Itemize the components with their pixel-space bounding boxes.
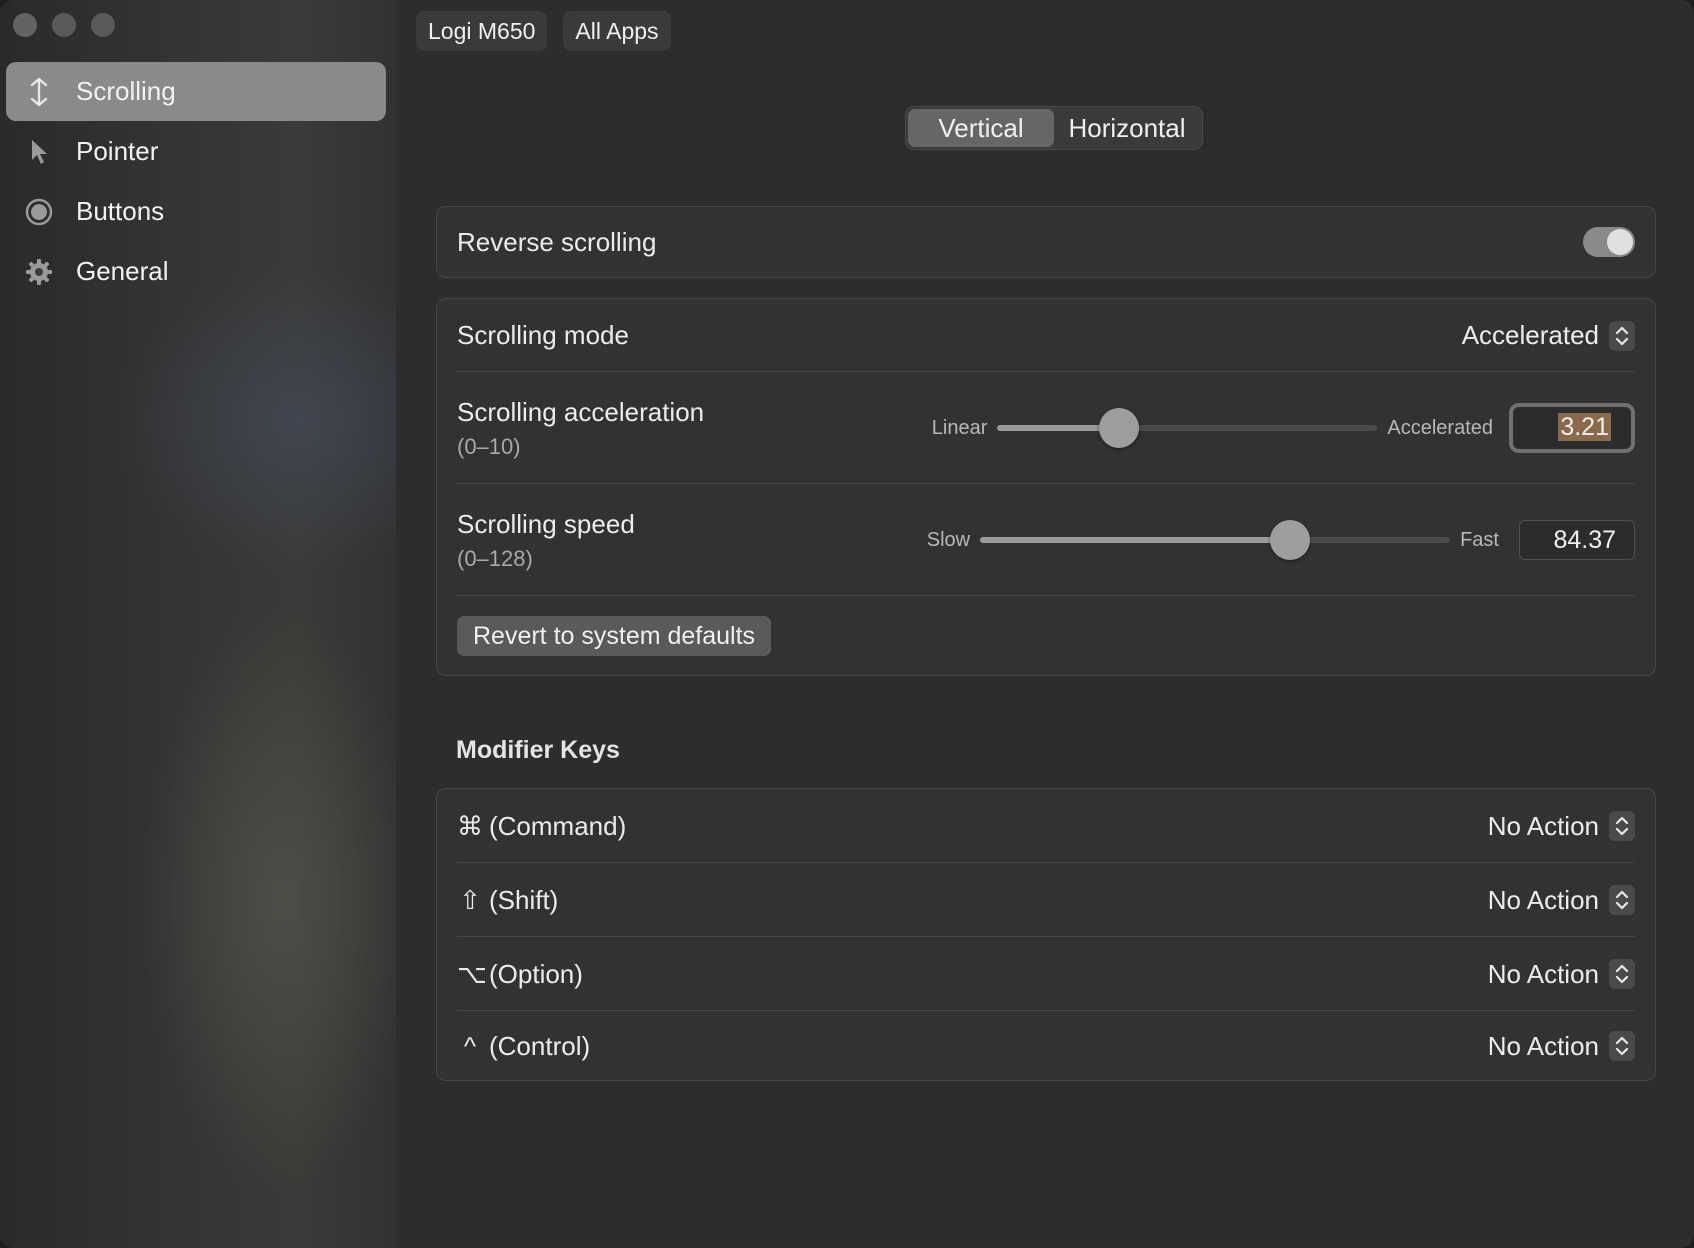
device-tabs: Logi M650 All Apps [416, 11, 671, 51]
scrolling-speed-text: Scrolling speed (0–128) [457, 509, 635, 572]
modifier-option-popup[interactable]: No Action [1488, 959, 1635, 990]
modifier-option-label-group: ⌥(Option) [457, 959, 583, 990]
device-tab-all-apps[interactable]: All Apps [563, 11, 671, 51]
modifier-option-value: No Action [1487, 958, 1599, 989]
chevron-updown-icon [1609, 885, 1635, 915]
scrolling-speed-label: Scrolling speed [457, 508, 635, 539]
sidebar-nav: Scrolling Pointer Buttons General [6, 62, 386, 302]
scrolling-speed-row: Scrolling speed (0–128) Slow Fast 84.37 [437, 484, 1655, 596]
speed-slider-group: Slow Fast 84.37 [927, 520, 1635, 560]
control-key-icon: ^ [463, 1030, 477, 1061]
sidebar-item-pointer[interactable]: Pointer [6, 122, 386, 181]
scrolling-acceleration-range: (0–10) [457, 433, 521, 459]
scrolling-acceleration-label: Scrolling acceleration [457, 396, 705, 427]
speed-slider-fill [980, 537, 1290, 543]
gear-icon [24, 257, 54, 287]
modifier-command-popup[interactable]: No Action [1488, 811, 1635, 842]
acceleration-slider-knob[interactable] [1099, 408, 1140, 448]
speed-slider-knob[interactable] [1269, 520, 1310, 560]
scrolling-mode-popup[interactable]: Accelerated [1462, 320, 1635, 351]
chevron-updown-icon [1609, 1031, 1635, 1061]
minimize-window-button[interactable] [52, 13, 76, 37]
tab-vertical[interactable]: Vertical [908, 109, 1054, 147]
option-key-icon: ⌥ [457, 958, 487, 989]
scrolling-speed-range: (0–128) [457, 545, 533, 571]
sidebar-item-label: Pointer [76, 136, 159, 166]
sidebar-item-general[interactable]: General [6, 242, 386, 301]
modifier-row-command: ⌘ (Command) No Action [437, 789, 1655, 863]
scrolling-settings-card: Scrolling mode Accelerated Scrolling acc… [436, 298, 1656, 676]
modifier-row-control: ^ (Control) No Action [437, 1011, 1655, 1081]
acceleration-max-label: Accelerated [1387, 416, 1493, 439]
acceleration-min-label: Linear [931, 416, 988, 439]
sidebar-item-label: Scrolling [76, 76, 176, 106]
modifier-shift-label-group: ⇧ (Shift) [457, 885, 558, 916]
scrolling-mode-row: Scrolling mode Accelerated [437, 299, 1655, 372]
modifier-command-label: (Command) [489, 810, 627, 841]
command-key-icon: ⌘ [457, 810, 483, 841]
modifier-row-shift: ⇧ (Shift) No Action [437, 863, 1655, 937]
sidebar-item-label: Buttons [76, 196, 165, 226]
modifier-shift-popup[interactable]: No Action [1488, 885, 1635, 916]
window-controls [13, 13, 115, 37]
chevron-updown-icon [1609, 320, 1635, 351]
reverse-scrolling-row: Reverse scrolling [437, 207, 1655, 277]
modifier-shift-label: (Shift) [489, 884, 559, 915]
reverse-scrolling-card: Reverse scrolling [436, 206, 1656, 278]
shift-key-icon: ⇧ [459, 884, 481, 915]
modifier-control-popup[interactable]: No Action [1488, 1031, 1635, 1062]
circle-button-icon [24, 197, 54, 227]
modifier-command-value: No Action [1487, 810, 1599, 841]
modifier-control-value: No Action [1487, 1030, 1599, 1061]
reverse-scrolling-label: Reverse scrolling [457, 226, 657, 257]
sidebar-item-label: General [76, 256, 169, 286]
sidebar-item-scrolling[interactable]: Scrolling [6, 62, 386, 121]
device-tab-logi-m650[interactable]: Logi M650 [416, 11, 548, 51]
acceleration-value-text: 3.21 [1558, 413, 1611, 441]
zoom-window-button[interactable] [91, 13, 115, 37]
scrolling-acceleration-text: Scrolling acceleration (0–10) [457, 397, 704, 460]
modifier-shift-value: No Action [1487, 884, 1599, 915]
speed-min-label: Slow [926, 528, 971, 551]
modifier-keys-title: Modifier Keys [456, 736, 620, 764]
cursor-arrow-icon [24, 137, 54, 167]
modifier-keys-card: ⌘ (Command) No Action ⇧ (Shift) No Action [436, 788, 1656, 1081]
scrolling-mode-value: Accelerated [1461, 320, 1599, 350]
modifier-control-label: (Control) [489, 1030, 591, 1061]
acceleration-slider-group: Linear Accelerated 3.21 [932, 403, 1635, 453]
reverse-scrolling-toggle[interactable] [1583, 227, 1635, 257]
direction-segmented-control: Vertical Horizontal [905, 106, 1203, 150]
chevron-updown-icon [1609, 811, 1635, 841]
app-window: Scrolling Pointer Buttons General Logi M… [0, 0, 1694, 1248]
chevron-updown-icon [1609, 959, 1635, 989]
modifier-row-option: ⌥(Option) No Action [437, 937, 1655, 1011]
scrolling-mode-label: Scrolling mode [457, 320, 629, 350]
revert-row: Revert to system defaults [437, 596, 1655, 675]
modifier-command-label-group: ⌘ (Command) [457, 811, 626, 842]
acceleration-value-field[interactable]: 3.21 [1509, 403, 1635, 453]
tab-horizontal[interactable]: Horizontal [1054, 109, 1200, 147]
sidebar-item-buttons[interactable]: Buttons [6, 182, 386, 241]
acceleration-slider[interactable] [997, 408, 1378, 448]
speed-value-field[interactable]: 84.37 [1519, 520, 1635, 560]
modifier-option-label: (Option) [489, 958, 583, 989]
sidebar: Scrolling Pointer Buttons General [0, 0, 396, 1248]
speed-slider[interactable] [980, 520, 1451, 560]
scrolling-acceleration-row: Scrolling acceleration (0–10) Linear Acc… [437, 372, 1655, 484]
speed-max-label: Fast [1460, 528, 1499, 551]
close-window-button[interactable] [13, 13, 37, 37]
modifier-control-label-group: ^ (Control) [457, 1031, 590, 1062]
vertical-arrows-icon [24, 77, 54, 107]
revert-defaults-button[interactable]: Revert to system defaults [457, 615, 772, 656]
